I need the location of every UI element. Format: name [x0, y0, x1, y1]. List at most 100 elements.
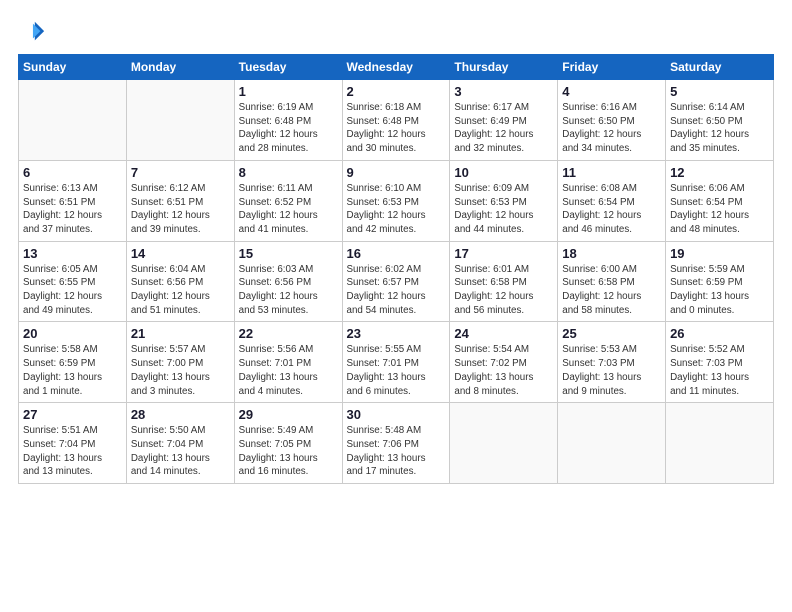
day-info: Sunrise: 6:10 AM Sunset: 6:53 PM Dayligh…: [347, 182, 446, 237]
day-number: 14: [131, 246, 230, 261]
day-number: 23: [347, 326, 446, 341]
day-info: Sunrise: 6:12 AM Sunset: 6:51 PM Dayligh…: [131, 182, 230, 237]
day-info: Sunrise: 5:57 AM Sunset: 7:00 PM Dayligh…: [131, 343, 230, 398]
day-info: Sunrise: 6:11 AM Sunset: 6:52 PM Dayligh…: [239, 182, 338, 237]
day-info: Sunrise: 6:19 AM Sunset: 6:48 PM Dayligh…: [239, 101, 338, 156]
day-info: Sunrise: 5:56 AM Sunset: 7:01 PM Dayligh…: [239, 343, 338, 398]
day-info: Sunrise: 5:51 AM Sunset: 7:04 PM Dayligh…: [23, 424, 122, 479]
calendar-day-25: 25 Sunrise: 5:53 AM Sunset: 7:03 PM Dayli…: [558, 322, 666, 403]
calendar-day-8: 8 Sunrise: 6:11 AM Sunset: 6:52 PM Daylig…: [234, 160, 342, 241]
day-info: Sunrise: 6:14 AM Sunset: 6:50 PM Dayligh…: [670, 101, 769, 156]
day-info: Sunrise: 6:03 AM Sunset: 6:56 PM Dayligh…: [239, 263, 338, 318]
day-info: Sunrise: 5:50 AM Sunset: 7:04 PM Dayligh…: [131, 424, 230, 479]
calendar-day-24: 24Sunrise: 5:54 AM Sunset: 7:02 PM Dayli…: [450, 322, 558, 403]
day-number: 22: [239, 326, 338, 341]
day-number: 3: [454, 84, 553, 99]
day-number: 9: [347, 165, 446, 180]
calendar-week-row: 20 Sunrise: 5:58 AM Sunset: 6:59 PM Dayli…: [19, 322, 774, 403]
calendar-day-7: 7 Sunrise: 6:12 AM Sunset: 6:51 PM Daylig…: [126, 160, 234, 241]
day-number: 15: [239, 246, 338, 261]
header: [18, 18, 774, 46]
day-info: Sunrise: 6:17 AM Sunset: 6:49 PM Dayligh…: [454, 101, 553, 156]
day-number: 28: [131, 407, 230, 422]
calendar-header-row: SundayMondayTuesdayWednesdayThursdayFrid…: [19, 55, 774, 80]
calendar-week-row: 27 Sunrise: 5:51 AM Sunset: 7:04 PM Dayli…: [19, 403, 774, 484]
calendar-day-empty: [558, 403, 666, 484]
calendar-week-row: 6 Sunrise: 6:13 AM Sunset: 6:51 PM Daylig…: [19, 160, 774, 241]
day-number: 10: [454, 165, 553, 180]
calendar-day-16: 16Sunrise: 6:02 AM Sunset: 6:57 PM Dayli…: [342, 241, 450, 322]
calendar-week-row: 1Sunrise: 6:19 AM Sunset: 6:48 PM Daylig…: [19, 80, 774, 161]
day-info: Sunrise: 6:02 AM Sunset: 6:57 PM Dayligh…: [347, 263, 446, 318]
day-info: Sunrise: 5:53 AM Sunset: 7:03 PM Dayligh…: [562, 343, 661, 398]
day-info: Sunrise: 6:13 AM Sunset: 6:51 PM Dayligh…: [23, 182, 122, 237]
day-number: 5: [670, 84, 769, 99]
calendar-day-5: 5 Sunrise: 6:14 AM Sunset: 6:50 PM Daylig…: [666, 80, 774, 161]
day-info: Sunrise: 5:48 AM Sunset: 7:06 PM Dayligh…: [347, 424, 446, 479]
calendar-day-20: 20 Sunrise: 5:58 AM Sunset: 6:59 PM Dayli…: [19, 322, 127, 403]
day-number: 4: [562, 84, 661, 99]
calendar-day-18: 18 Sunrise: 6:00 AM Sunset: 6:58 PM Dayli…: [558, 241, 666, 322]
day-number: 2: [347, 84, 446, 99]
calendar-day-10: 10Sunrise: 6:09 AM Sunset: 6:53 PM Dayli…: [450, 160, 558, 241]
logo-icon: [18, 18, 46, 46]
calendar-day-12: 12 Sunrise: 6:06 AM Sunset: 6:54 PM Dayli…: [666, 160, 774, 241]
day-number: 30: [347, 407, 446, 422]
calendar-day-9: 9 Sunrise: 6:10 AM Sunset: 6:53 PM Daylig…: [342, 160, 450, 241]
calendar-day-21: 21Sunrise: 5:57 AM Sunset: 7:00 PM Dayli…: [126, 322, 234, 403]
day-info: Sunrise: 6:04 AM Sunset: 6:56 PM Dayligh…: [131, 263, 230, 318]
calendar-day-22: 22 Sunrise: 5:56 AM Sunset: 7:01 PM Dayli…: [234, 322, 342, 403]
calendar-day-empty: [450, 403, 558, 484]
calendar-day-19: 19 Sunrise: 5:59 AM Sunset: 6:59 PM Dayli…: [666, 241, 774, 322]
day-info: Sunrise: 6:01 AM Sunset: 6:58 PM Dayligh…: [454, 263, 553, 318]
day-info: Sunrise: 5:59 AM Sunset: 6:59 PM Dayligh…: [670, 263, 769, 318]
calendar: SundayMondayTuesdayWednesdayThursdayFrid…: [18, 54, 774, 484]
weekday-header-saturday: Saturday: [666, 55, 774, 80]
day-info: Sunrise: 6:08 AM Sunset: 6:54 PM Dayligh…: [562, 182, 661, 237]
day-info: Sunrise: 5:54 AM Sunset: 7:02 PM Dayligh…: [454, 343, 553, 398]
day-number: 25: [562, 326, 661, 341]
day-info: Sunrise: 6:06 AM Sunset: 6:54 PM Dayligh…: [670, 182, 769, 237]
calendar-day-empty: [126, 80, 234, 161]
calendar-day-15: 15 Sunrise: 6:03 AM Sunset: 6:56 PM Dayli…: [234, 241, 342, 322]
calendar-day-4: 4 Sunrise: 6:16 AM Sunset: 6:50 PM Daylig…: [558, 80, 666, 161]
day-number: 7: [131, 165, 230, 180]
calendar-day-17: 17 Sunrise: 6:01 AM Sunset: 6:58 PM Dayli…: [450, 241, 558, 322]
day-number: 20: [23, 326, 122, 341]
calendar-week-row: 13 Sunrise: 6:05 AM Sunset: 6:55 PM Dayli…: [19, 241, 774, 322]
calendar-day-empty: [666, 403, 774, 484]
day-number: 6: [23, 165, 122, 180]
calendar-day-29: 29 Sunrise: 5:49 AM Sunset: 7:05 PM Dayli…: [234, 403, 342, 484]
calendar-day-11: 11Sunrise: 6:08 AM Sunset: 6:54 PM Dayli…: [558, 160, 666, 241]
calendar-day-14: 14 Sunrise: 6:04 AM Sunset: 6:56 PM Dayli…: [126, 241, 234, 322]
day-number: 19: [670, 246, 769, 261]
day-info: Sunrise: 5:58 AM Sunset: 6:59 PM Dayligh…: [23, 343, 122, 398]
weekday-header-monday: Monday: [126, 55, 234, 80]
day-number: 27: [23, 407, 122, 422]
calendar-day-26: 26 Sunrise: 5:52 AM Sunset: 7:03 PM Dayli…: [666, 322, 774, 403]
calendar-day-1: 1Sunrise: 6:19 AM Sunset: 6:48 PM Daylig…: [234, 80, 342, 161]
day-number: 26: [670, 326, 769, 341]
logo: [18, 18, 50, 46]
day-info: Sunrise: 5:49 AM Sunset: 7:05 PM Dayligh…: [239, 424, 338, 479]
day-number: 13: [23, 246, 122, 261]
day-info: Sunrise: 5:52 AM Sunset: 7:03 PM Dayligh…: [670, 343, 769, 398]
day-info: Sunrise: 6:00 AM Sunset: 6:58 PM Dayligh…: [562, 263, 661, 318]
day-info: Sunrise: 6:16 AM Sunset: 6:50 PM Dayligh…: [562, 101, 661, 156]
weekday-header-wednesday: Wednesday: [342, 55, 450, 80]
day-number: 12: [670, 165, 769, 180]
day-info: Sunrise: 6:18 AM Sunset: 6:48 PM Dayligh…: [347, 101, 446, 156]
calendar-day-2: 2 Sunrise: 6:18 AM Sunset: 6:48 PM Daylig…: [342, 80, 450, 161]
day-number: 29: [239, 407, 338, 422]
day-info: Sunrise: 5:55 AM Sunset: 7:01 PM Dayligh…: [347, 343, 446, 398]
day-info: Sunrise: 6:05 AM Sunset: 6:55 PM Dayligh…: [23, 263, 122, 318]
day-number: 8: [239, 165, 338, 180]
day-number: 17: [454, 246, 553, 261]
calendar-day-28: 28 Sunrise: 5:50 AM Sunset: 7:04 PM Dayli…: [126, 403, 234, 484]
calendar-day-6: 6 Sunrise: 6:13 AM Sunset: 6:51 PM Daylig…: [19, 160, 127, 241]
day-number: 18: [562, 246, 661, 261]
calendar-day-13: 13 Sunrise: 6:05 AM Sunset: 6:55 PM Dayli…: [19, 241, 127, 322]
calendar-day-23: 23 Sunrise: 5:55 AM Sunset: 7:01 PM Dayli…: [342, 322, 450, 403]
weekday-header-thursday: Thursday: [450, 55, 558, 80]
calendar-day-empty: [19, 80, 127, 161]
